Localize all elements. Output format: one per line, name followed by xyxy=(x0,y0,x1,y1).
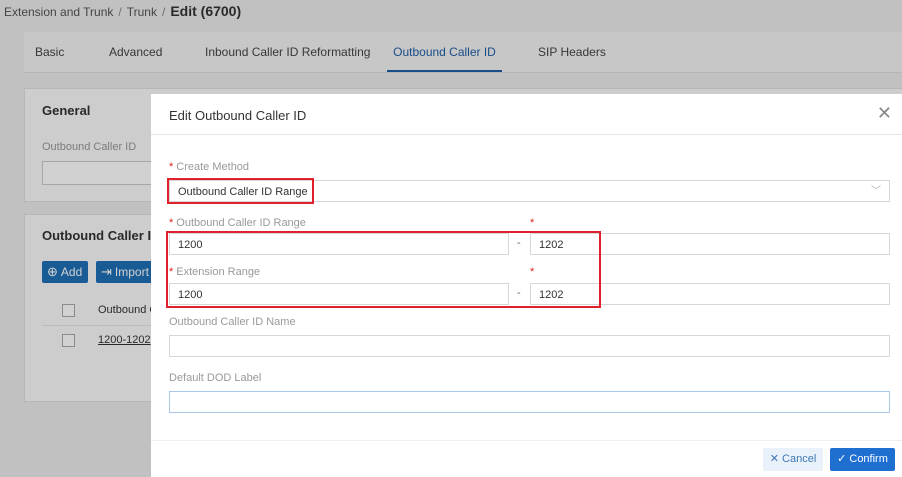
confirm-button[interactable]: ✓ Confirm xyxy=(830,448,895,471)
extension-range-to-required: * xyxy=(530,266,535,278)
extension-range-to-input[interactable]: 1202 xyxy=(530,283,890,305)
extension-range-from-input[interactable]: 1200 xyxy=(169,283,509,305)
dialog-header-divider xyxy=(151,134,902,135)
modal-backdrop-left xyxy=(0,0,151,477)
dod-label-label: Default DOD Label xyxy=(169,372,262,384)
caller-id-name-input[interactable] xyxy=(169,335,890,357)
dialog-footer-divider xyxy=(151,440,902,441)
modal-backdrop-top xyxy=(151,0,902,94)
chevron-down-icon: ﹀ xyxy=(871,186,881,197)
create-method-label: * Create Method xyxy=(169,161,250,173)
caller-id-range-label: * Outbound Caller ID Range xyxy=(169,217,306,229)
close-icon[interactable]: ✕ xyxy=(877,104,892,122)
caller-id-range-to-input[interactable]: 1202 xyxy=(530,233,890,255)
create-method-value: Outbound Caller ID Range xyxy=(178,186,308,198)
edit-outbound-caller-id-dialog: Edit Outbound Caller ID ✕ * Create Method… xyxy=(151,94,902,477)
create-method-select[interactable]: Outbound Caller ID Range ﹀ xyxy=(169,180,890,202)
caller-id-range-from-input[interactable]: 1200 xyxy=(169,233,509,255)
caller-id-range-to-required: * xyxy=(530,217,535,229)
dod-label-input[interactable] xyxy=(169,391,890,413)
extension-range-separator: - xyxy=(517,287,521,299)
cancel-button-label: Cancel xyxy=(782,453,817,465)
dialog-title: Edit Outbound Caller ID xyxy=(169,108,307,123)
check-icon: ✓ xyxy=(837,453,850,465)
caller-id-name-label: Outbound Caller ID Name xyxy=(169,316,296,328)
extension-range-label: * Extension Range xyxy=(169,266,261,278)
caller-id-range-separator: - xyxy=(517,237,521,249)
cancel-button[interactable]: ✕ Cancel xyxy=(763,448,823,471)
cancel-icon: ✕ xyxy=(769,453,783,465)
confirm-button-label: Confirm xyxy=(849,453,888,465)
